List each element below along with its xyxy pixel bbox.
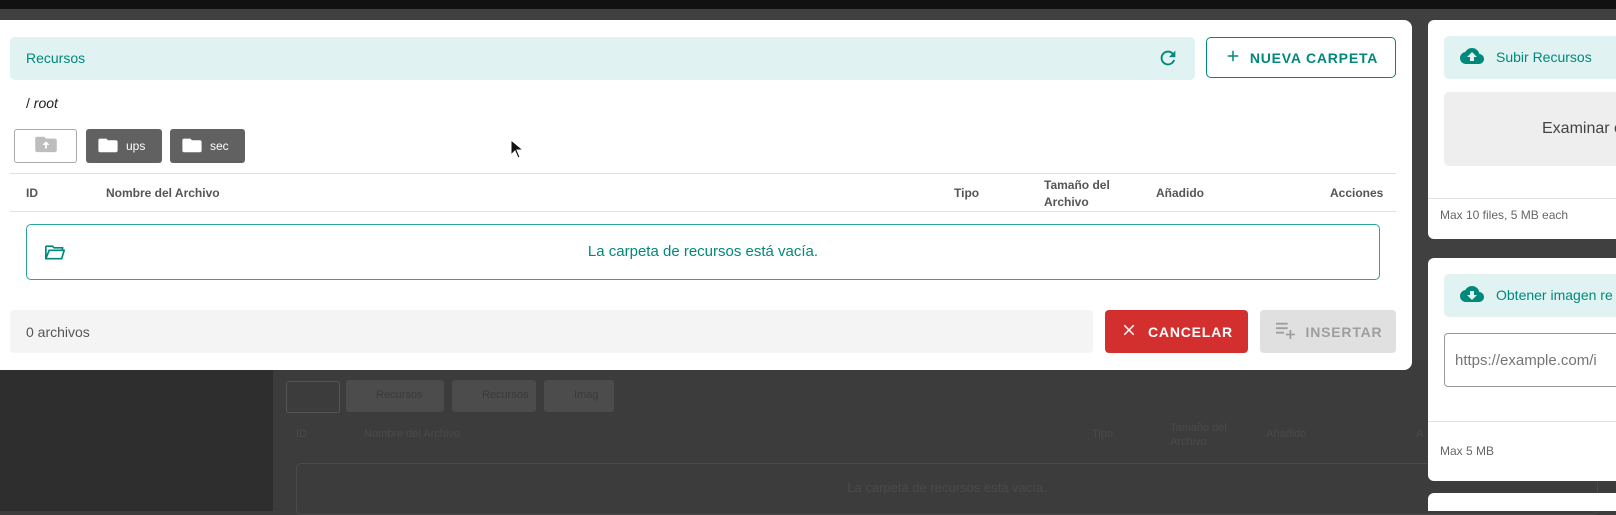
column-header-size[interactable]: Tamaño del Archivo [1044,177,1124,211]
breadcrumb-root[interactable]: root [34,95,58,111]
dialog-title: Recursos [26,50,86,66]
empty-folder-text: La carpeta de recursos está vacía. [587,243,819,260]
file-dropzone[interactable]: Examinar o S [1444,92,1616,166]
background-header-added: Añadido [1266,428,1307,440]
close-icon [1120,321,1138,342]
background-sidebar [0,360,273,511]
new-folder-label: NUEVA CARPETA [1249,49,1379,66]
image-url-input[interactable] [1444,333,1616,387]
background-folder-chip: Imag [544,380,614,412]
background-folder-label: Recursos [482,389,529,401]
cancel-button[interactable]: CANCELAR [1105,310,1248,353]
refresh-icon[interactable] [1157,47,1179,69]
insert-button[interactable]: INSERTAR [1260,310,1396,353]
background-folder-chip: Recursos [346,380,444,412]
file-count-bar: 0 archivos [10,310,1093,353]
folder-chip-ups[interactable]: ups [86,129,162,163]
folder-icon [182,137,202,156]
upload-panel-divider [1428,198,1616,199]
column-header-id[interactable]: ID [26,186,38,200]
background-folder-label: Imag [574,389,599,401]
folder-label: ups [126,139,146,153]
parent-folder-button[interactable] [14,129,77,163]
plus-icon [1224,47,1242,68]
next-panel [1428,493,1616,511]
background-folder-chip: Recursos [452,380,536,412]
column-header-type[interactable]: Tipo [954,186,979,200]
background-header-name: Nombre del Archivo [364,428,460,440]
column-header-added[interactable]: Añadido [1156,186,1204,200]
file-count: 0 archivos [26,324,90,340]
background-header-size: Tamaño del Archivo [1170,422,1227,448]
resources-dialog: Recursos NUEVA CARPETA / root ups sec ID… [0,20,1412,370]
upload-limit-note: Max 10 files, 5 MB each [1440,208,1569,222]
new-folder-button[interactable]: NUEVA CARPETA [1206,37,1396,78]
background-empty-message: La carpeta de recursos está vacía. [296,463,1598,515]
mouse-cursor-icon [510,138,525,164]
upload-panel-header: Subir Recursos [1444,36,1616,79]
breadcrumb: / root [26,95,58,111]
folder-chip-sec[interactable]: sec [170,129,245,163]
empty-folder-message: La carpeta de recursos está vacía. [26,224,1380,280]
playlist-add-icon [1274,321,1296,342]
top-bar [0,0,1616,9]
table-header-divider [10,211,1396,212]
upload-panel-title: Subir Recursos [1496,49,1592,65]
folder-label: sec [210,139,229,153]
cancel-label: CANCELAR [1148,323,1233,340]
background-header-id: ID [296,428,307,440]
url-import-panel: Obtener imagen re Max 5 MB [1428,258,1616,481]
folder-icon [98,137,118,156]
upload-panel: Subir Recursos Examinar o S Max 10 files… [1428,20,1616,239]
background-up-folder-button [286,381,340,413]
background-folder-label: Recursos [376,389,423,401]
folder-up-icon [34,135,57,158]
url-panel-divider [1428,421,1616,422]
table-top-divider [10,173,1396,174]
url-limit-note: Max 5 MB [1440,444,1495,458]
insert-label: INSERTAR [1305,323,1383,340]
cloud-upload-icon [1460,47,1484,72]
background-header-actions: A [1416,428,1424,440]
dialog-header: Recursos [10,37,1195,80]
url-panel-header: Obtener imagen re [1444,274,1616,317]
url-panel-title: Obtener imagen re [1496,287,1613,303]
background-header-type: Tipo [1092,428,1113,440]
cloud-download-icon [1460,285,1484,310]
breadcrumb-separator: / [26,95,34,111]
column-header-actions: Acciones [1330,186,1384,200]
dropzone-text: Examinar o S [1542,120,1616,137]
column-header-name[interactable]: Nombre del Archivo [106,186,220,200]
